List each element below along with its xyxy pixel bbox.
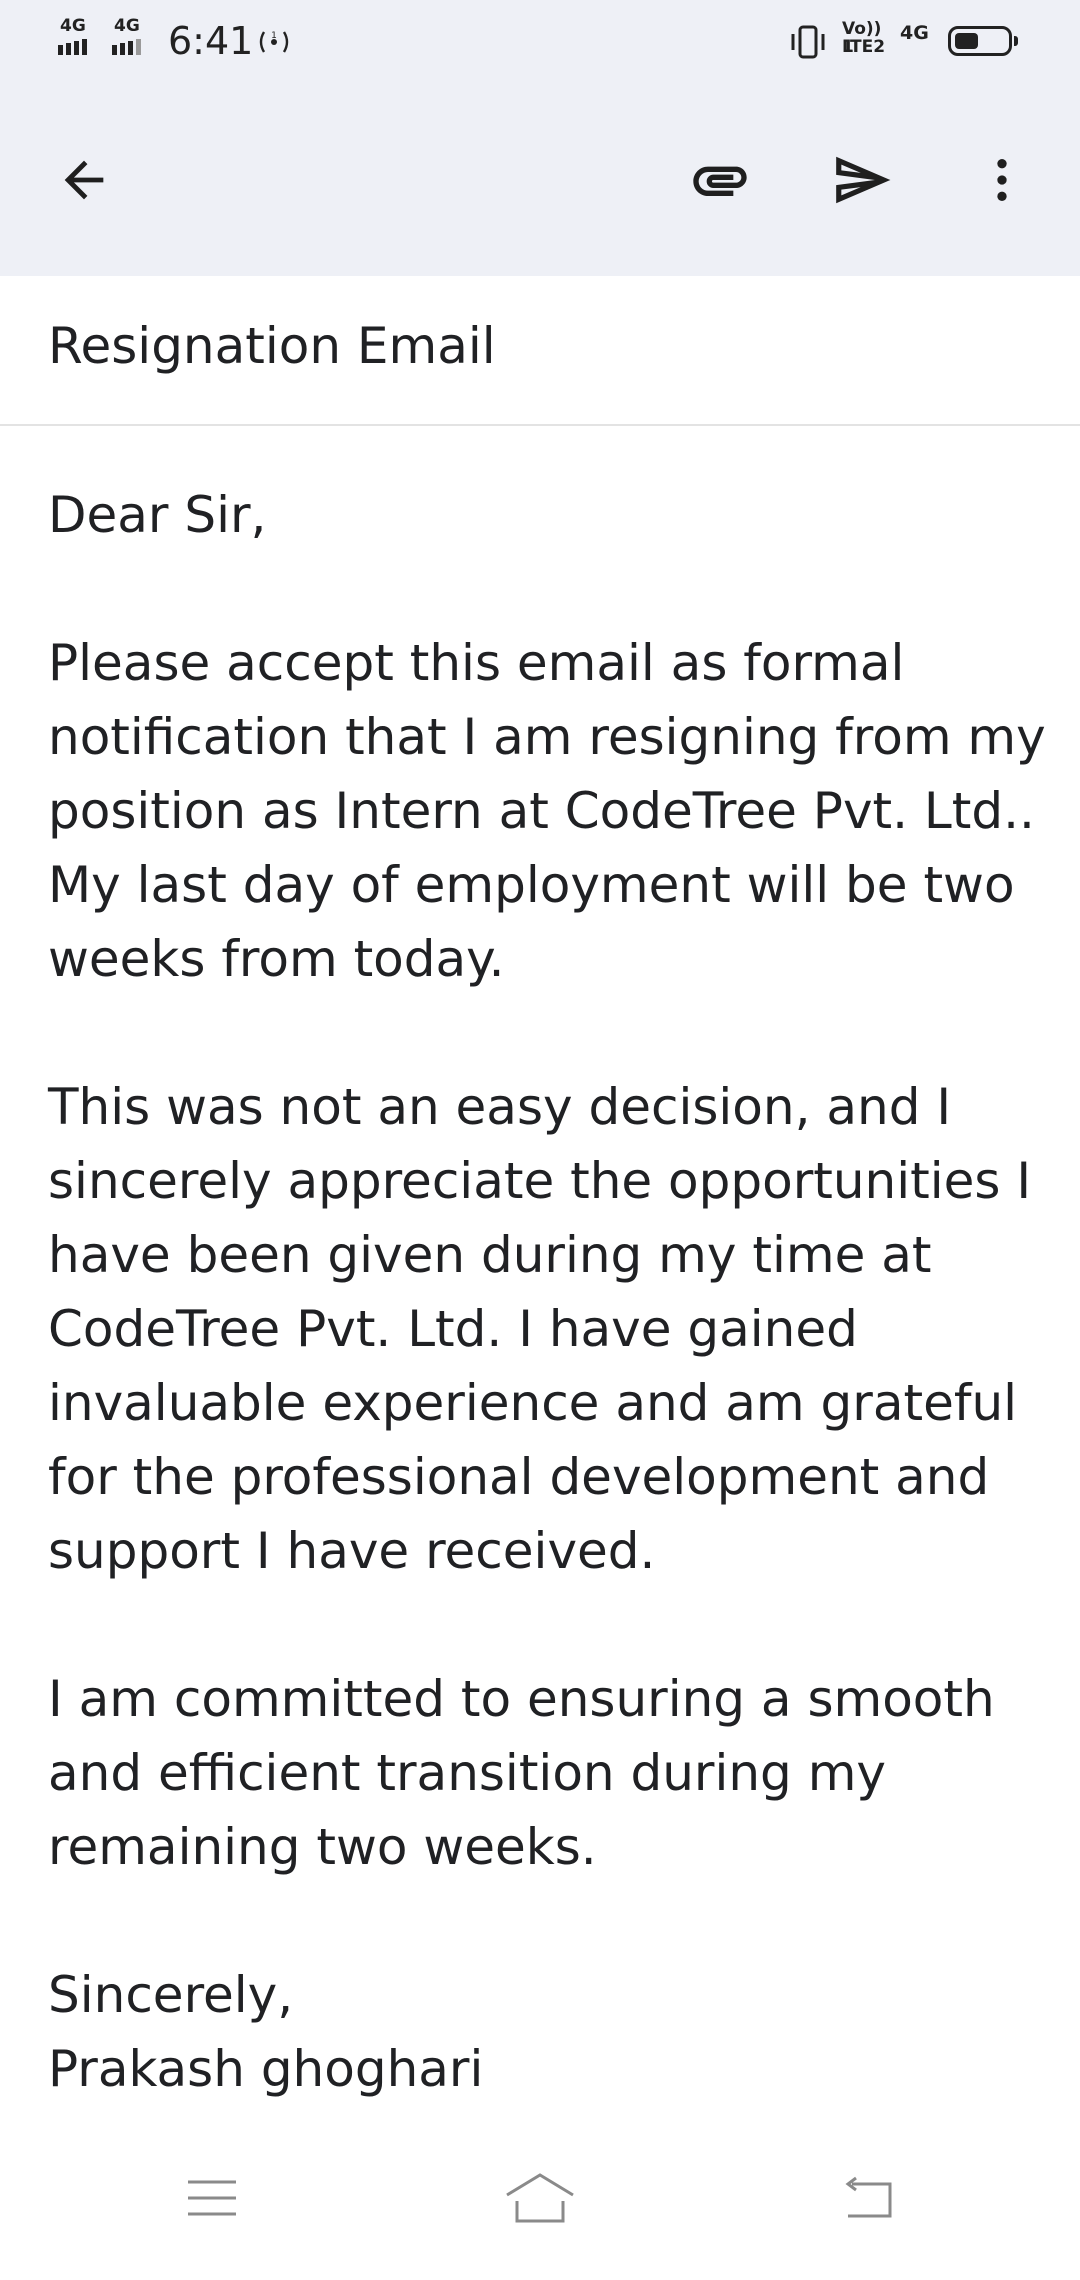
data-network-label: 4G — [900, 22, 929, 44]
battery-fill — [955, 33, 978, 49]
compose-toolbar — [0, 86, 1080, 276]
body-line: My last day of employment will be two — [48, 856, 1015, 914]
email-body-text[interactable]: Dear Sir, Please accept this email as for… — [48, 478, 1048, 2106]
send-icon — [836, 156, 891, 204]
home-button[interactable] — [492, 2162, 588, 2234]
status-bar: 4G 4G 6:41 1 Vo)) 1 LTE2 4G — [0, 0, 1080, 86]
body-line: have been given during my time at — [48, 1226, 932, 1284]
attach-button[interactable] — [672, 132, 768, 228]
body-line: This was not an easy decision, and I — [48, 1078, 952, 1136]
battery-icon — [948, 26, 1018, 56]
sim2-network-label: 4G — [114, 16, 140, 36]
hotspot-icon: 1 — [256, 29, 292, 61]
body-line: sincerely appreciate the opportunities I — [48, 1152, 1032, 1210]
body-line: CodeTree Pvt. Ltd. I have gained — [48, 1300, 858, 1358]
body-line: invaluable experience and am grateful — [48, 1374, 1018, 1432]
body-line: and efficient transition during my — [48, 1744, 886, 1802]
body-line: weeks from today. — [48, 930, 505, 988]
home-icon — [506, 2173, 574, 2223]
more-vert-icon — [997, 159, 1007, 201]
svg-text:1: 1 — [271, 31, 277, 41]
recents-button[interactable] — [164, 2162, 260, 2234]
body-line: Please accept this email as formal — [48, 634, 905, 692]
body-line: Prakash ghoghari — [48, 2040, 484, 2098]
send-button[interactable] — [814, 132, 910, 228]
back-nav-button[interactable] — [820, 2162, 916, 2234]
body-line: remaining two weeks. — [48, 1818, 597, 1876]
sim1-signal-icon: 4G — [58, 18, 104, 62]
body-line: for the professional development and — [48, 1448, 990, 1506]
battery-nub — [1014, 36, 1018, 46]
body-line: support I have received. — [48, 1522, 656, 1580]
subject-row: Resignation Email — [0, 276, 1080, 426]
sim1-network-label: 4G — [60, 16, 86, 36]
sim2-signal-icon: 4G — [112, 18, 158, 62]
attachment-icon — [693, 166, 747, 196]
volte-bottom-label: LTE2 — [842, 37, 886, 57]
back-arrow-icon — [64, 160, 104, 200]
subject-field[interactable]: Resignation Email — [48, 306, 1032, 386]
body-line: I am committed to ensuring a smooth — [48, 1670, 995, 1728]
navigation-bar — [0, 2118, 1080, 2280]
menu-icon — [188, 2180, 236, 2216]
body-line: notification that I am resigning from my — [48, 708, 1046, 766]
back-button[interactable] — [36, 132, 132, 228]
vibrate-icon — [788, 22, 828, 66]
back-icon — [845, 2176, 892, 2218]
volte-indicator: Vo)) 1 LTE2 — [840, 18, 894, 62]
email-body[interactable]: Dear Sir, Please accept this email as for… — [0, 428, 1080, 2118]
status-time: 6:41 — [168, 19, 254, 63]
body-line: position as Intern at CodeTree Pvt. Ltd.… — [48, 782, 1035, 840]
more-options-button[interactable] — [954, 132, 1050, 228]
body-line: Dear Sir, — [48, 486, 267, 544]
body-line: Sincerely, — [48, 1966, 294, 2024]
